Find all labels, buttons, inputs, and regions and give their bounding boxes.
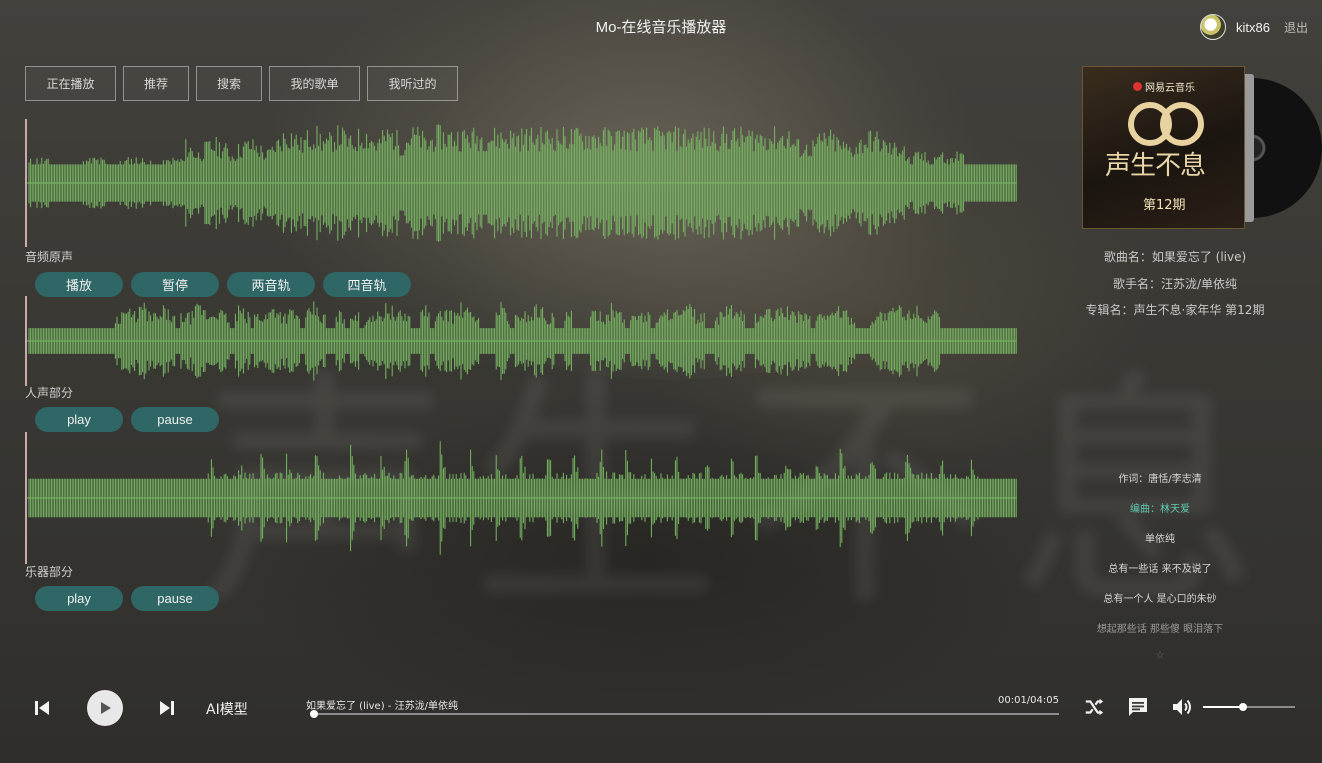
player-bar: AI模型 如果爱忘了 (live) - 汪苏泷/单依纯 00:01/04:05 (0, 680, 1322, 740)
album-cover: 网易云音乐 声生不息 第12期 (1082, 66, 1322, 229)
two-track-button[interactable]: 两音轨 (227, 272, 315, 297)
waveform-instruments[interactable] (25, 432, 1025, 564)
now-playing-text: 如果爱忘了 (live) - 汪苏泷/单依纯 (306, 701, 458, 712)
skip-next-icon[interactable] (157, 698, 177, 718)
lyric-line: 作词：唐恬/李志清 (1118, 474, 1202, 485)
username: kitx86 (1236, 19, 1270, 35)
vocals-pause-button[interactable]: pause (131, 407, 219, 432)
lyric-line-active: 编曲：林天爱 (1130, 504, 1190, 515)
cover-brand-text: 网易云音乐 (1145, 83, 1195, 94)
waveform-instruments-canvas[interactable] (25, 432, 1025, 564)
lyrics-comment-icon[interactable] (1126, 695, 1150, 719)
album-name: 专辑名：声生不息·家年华 第12期 (1085, 303, 1265, 317)
lyric-line: ☆ (1155, 650, 1165, 661)
instruments-play-button[interactable]: play (35, 586, 123, 611)
lyric-line: 单依纯 (1145, 534, 1175, 545)
song-name: 歌曲名：如果爱忘了 (live) (1103, 250, 1247, 264)
play-button[interactable] (87, 690, 123, 726)
skip-previous-icon[interactable] (32, 698, 52, 718)
vocals-play-button[interactable]: play (35, 407, 123, 432)
tab-recommend[interactable]: 推荐 (123, 66, 189, 101)
progress-bar[interactable] (310, 710, 1059, 718)
original-pause-button[interactable]: 暂停 (131, 272, 219, 297)
sleeve-edge (1244, 74, 1254, 222)
original-play-button[interactable]: 播放 (35, 272, 123, 297)
lyric-line: 总有一个人 是心口的朱砂 (1103, 594, 1217, 605)
waveform-original-canvas[interactable] (25, 119, 1025, 247)
cover-rings-logo (1128, 102, 1204, 146)
cover-episode: 第12期 (1143, 198, 1186, 213)
lyric-line: 总有一些话 来不及说了 (1108, 564, 1212, 575)
volume-icon[interactable] (1170, 695, 1194, 719)
shuffle-icon[interactable] (1083, 696, 1105, 718)
album-sleeve: 网易云音乐 声生不息 第12期 (1082, 66, 1245, 229)
artist-name: 歌手名：汪苏泷/单依纯 (1112, 277, 1238, 291)
ai-model-button[interactable]: AI模型 (206, 699, 248, 719)
avatar-icon[interactable] (1200, 14, 1227, 40)
user-area: kitx86 退出 (1200, 14, 1308, 40)
volume-fill (1203, 706, 1244, 708)
logout-link[interactable]: 退出 (1284, 19, 1308, 36)
play-icon (101, 702, 111, 714)
progress-knob[interactable] (310, 710, 318, 718)
volume-knob[interactable] (1239, 703, 1248, 711)
tab-search[interactable]: 搜索 (196, 66, 262, 101)
original-controls: 播放 暂停 两音轨 四音轨 (35, 272, 411, 297)
vocals-controls: play pause (35, 407, 219, 432)
netease-logo-icon (1133, 82, 1142, 91)
waveform-vocals[interactable] (25, 296, 1025, 386)
lyric-line: 想起那些话 那些傻 眼泪落下 (1096, 624, 1224, 635)
app-title: Mo-在线音乐播放器 (595, 19, 727, 36)
tab-now-playing[interactable]: 正在播放 (25, 66, 116, 101)
track-label-vocals: 人声部分 (25, 386, 74, 400)
track-label-instruments: 乐器部分 (25, 565, 74, 579)
waveform-vocals-canvas[interactable] (25, 296, 1025, 386)
instruments-controls: play pause (35, 586, 219, 611)
main-tabs: 正在播放 推荐 搜索 我的歌单 我听过的 (25, 66, 458, 101)
track-label-original: 音频原声 (25, 250, 74, 264)
tab-my-playlists[interactable]: 我的歌单 (269, 66, 360, 101)
instruments-pause-button[interactable]: pause (131, 586, 219, 611)
volume-slider[interactable] (1203, 703, 1295, 711)
waveform-original[interactable] (25, 119, 1025, 247)
cover-brand: 网易云音乐 (1133, 79, 1195, 94)
four-track-button[interactable]: 四音轨 (323, 272, 411, 297)
cover-title: 声生不息 (1105, 151, 1206, 181)
playback-time: 00:01/04:05 (997, 695, 1059, 706)
tab-history[interactable]: 我听过的 (367, 66, 458, 101)
